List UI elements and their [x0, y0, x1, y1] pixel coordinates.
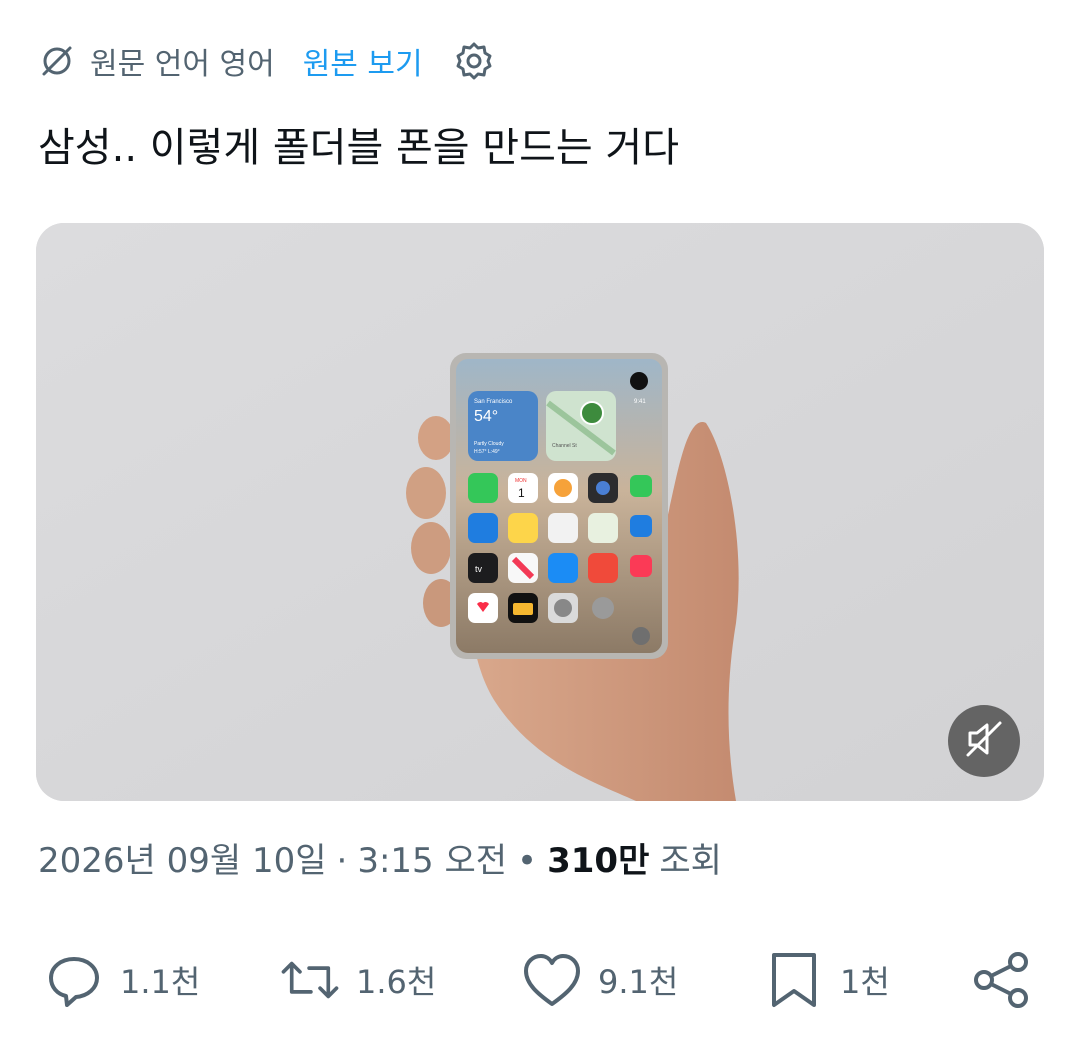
status-time: 9:41 [634, 399, 646, 405]
bookmark-icon [762, 948, 826, 1012]
retweet-count: 1.6천 [356, 963, 437, 1001]
bookmark-button[interactable]: 1천 [762, 940, 890, 1020]
video-frame: San Francisco 54° Partly Cloudy H:57° L:… [36, 223, 1044, 801]
bookmark-count: 1천 [840, 963, 890, 1001]
weather-range: H:57° L:49° [474, 449, 500, 455]
meta-separator: · [336, 841, 348, 881]
tweet-time[interactable]: 3:15 오전 [357, 836, 507, 886]
source-language-label: 원문 언어 영어 [90, 47, 275, 82]
share-button[interactable] [970, 940, 1034, 1020]
tweet-meta: 2026년 09월 10일 · 3:15 오전 • 310만 조회 [38, 836, 722, 886]
retweet-button[interactable]: 1.6천 [278, 940, 436, 1020]
tweet-text: 삼성.. 이렇게 폴더블 폰을 만드는 거다 [38, 125, 680, 171]
tweet-actions: 1.1천 1.6천 9.1천 1천 [0, 940, 1080, 1020]
camera-cutout [630, 372, 648, 390]
translation-bar: 원문 언어 영어 원본 보기 [38, 38, 497, 84]
like-count: 9.1천 [598, 963, 679, 1001]
heart-icon [520, 948, 584, 1012]
calendar-date: 1 [518, 486, 525, 500]
reply-button[interactable]: 1.1천 [42, 940, 200, 1020]
tv-app-label: tv [475, 564, 483, 574]
mute-button[interactable] [948, 705, 1020, 777]
weather-condition: Partly Cloudy [474, 441, 504, 447]
weather-city: San Francisco [474, 399, 513, 405]
tweet-video[interactable]: San Francisco 54° Partly Cloudy H:57° L:… [36, 223, 1044, 801]
finger [418, 416, 454, 460]
map-label: Channel St [552, 443, 577, 449]
meta-separator: • [517, 841, 538, 881]
reply-count: 1.1천 [120, 963, 201, 1001]
views-count: 310만 [547, 841, 650, 881]
translate-globe-icon [38, 42, 76, 80]
speaker-muted-icon [962, 717, 1006, 765]
calendar-day: MON [515, 478, 527, 484]
views-label: 조회 [659, 841, 722, 881]
gear-icon[interactable] [451, 38, 497, 84]
finger [411, 522, 451, 574]
tweet-date[interactable]: 2026년 09월 10일 [38, 836, 327, 886]
reply-icon [42, 948, 106, 1012]
share-icon [970, 948, 1034, 1012]
show-original-link[interactable]: 원본 보기 [303, 39, 423, 83]
finger [406, 467, 446, 519]
like-button[interactable]: 9.1천 [520, 940, 678, 1020]
retweet-icon [278, 948, 342, 1012]
weather-temp: 54° [474, 408, 498, 425]
